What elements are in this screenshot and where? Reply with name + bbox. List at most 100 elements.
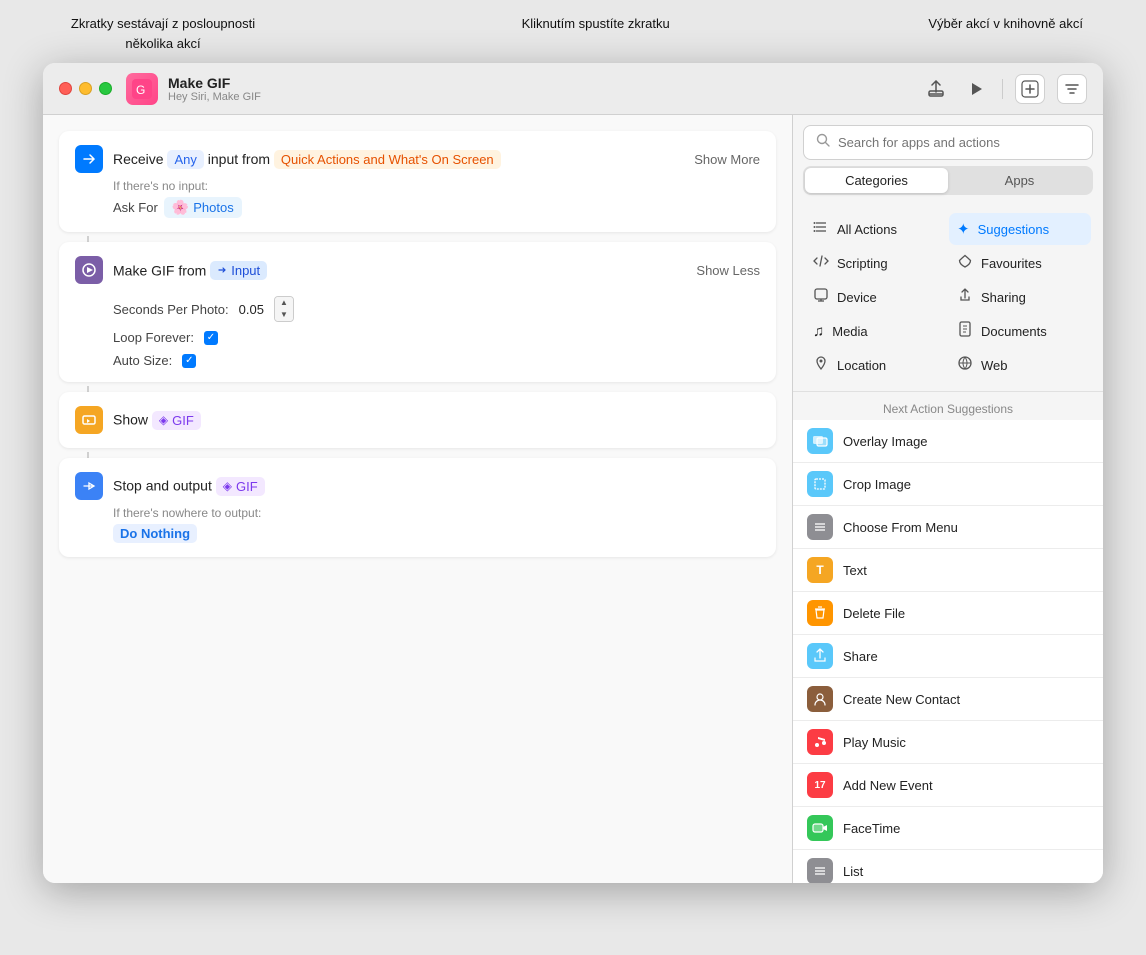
any-pill[interactable]: Any (167, 150, 203, 169)
delete-file-icon (807, 600, 833, 626)
delete-file-label: Delete File (843, 606, 905, 621)
share-label: Share (843, 649, 878, 664)
annotation-center: Kliknutím spustíte zkratku (522, 14, 670, 53)
category-all-actions[interactable]: All Actions (805, 213, 947, 245)
category-device[interactable]: Device (805, 281, 947, 313)
category-documents[interactable]: Documents (949, 315, 1091, 347)
action-receive-icon (75, 145, 103, 173)
category-web[interactable]: Web (949, 349, 1091, 381)
category-location-label: Location (837, 358, 886, 373)
action-stop-icon (75, 472, 103, 500)
suggestion-share[interactable]: Share (793, 635, 1103, 678)
search-input[interactable] (838, 135, 1080, 150)
search-bar[interactable] (803, 125, 1093, 160)
ask-for-pill[interactable]: 🌸 Photos (164, 197, 242, 218)
suggestion-play-music[interactable]: Play Music (793, 721, 1103, 764)
svg-text:G: G (136, 83, 145, 97)
category-media-label: Media (832, 324, 867, 339)
share-icon (807, 643, 833, 669)
category-all-actions-label: All Actions (837, 222, 897, 237)
do-nothing-pill[interactable]: Do Nothing (113, 524, 197, 543)
category-documents-label: Documents (981, 324, 1047, 339)
list-label: List (843, 864, 863, 879)
crop-image-label: Crop Image (843, 477, 911, 492)
all-actions-icon (813, 219, 829, 239)
categories-grid: All Actions ✦ Suggestions Scripting (793, 203, 1103, 392)
suggestion-add-event[interactable]: 17 Add New Event (793, 764, 1103, 807)
category-media[interactable]: ♫ Media (805, 315, 947, 347)
action-make-gif: Make GIF from Input Show Less Seconds Pe… (59, 242, 776, 382)
play-music-icon (807, 729, 833, 755)
if-no-input-label: If there's no input: (113, 179, 760, 193)
maximize-button[interactable] (99, 82, 112, 95)
media-icon: ♫ (813, 323, 824, 340)
stepper-down[interactable]: ▼ (275, 309, 293, 321)
category-scripting[interactable]: Scripting (805, 247, 947, 279)
minimize-button[interactable] (79, 82, 92, 95)
action-receive: Receive Any input from Quick Actions and… (59, 131, 776, 232)
action-show-text: Show ◈ GIF (113, 411, 760, 430)
search-icon (816, 133, 830, 152)
close-button[interactable] (59, 82, 72, 95)
action-receive-text: Receive Any input from Quick Actions and… (113, 150, 684, 169)
suggestion-delete-file[interactable]: Delete File (793, 592, 1103, 635)
suggestion-crop-image[interactable]: Crop Image (793, 463, 1103, 506)
tab-apps[interactable]: Apps (948, 168, 1091, 193)
list-icon (807, 858, 833, 883)
app-subtitle: Hey Siri, Make GIF (168, 91, 261, 103)
source-pill[interactable]: Quick Actions and What's On Screen (274, 150, 501, 169)
web-icon (957, 355, 973, 375)
loop-checkbox[interactable]: ✓ (204, 331, 218, 345)
input-pill[interactable]: Input (210, 261, 267, 280)
category-favourites[interactable]: Favourites (949, 247, 1091, 279)
documents-icon (957, 321, 973, 341)
category-favourites-label: Favourites (981, 256, 1042, 271)
suggestion-choose-from-menu[interactable]: Choose From Menu (793, 506, 1103, 549)
autosize-label: Auto Size: (113, 353, 172, 368)
autosize-checkbox[interactable]: ✓ (182, 354, 196, 368)
category-suggestions-label: Suggestions (978, 222, 1050, 237)
if-no-output-label: If there's nowhere to output: (113, 506, 760, 520)
suggestion-list[interactable]: List (793, 850, 1103, 883)
facetime-icon (807, 815, 833, 841)
action-make-gif-text: Make GIF from Input (113, 261, 686, 280)
category-sharing[interactable]: Sharing (949, 281, 1091, 313)
category-suggestions[interactable]: ✦ Suggestions (949, 213, 1091, 245)
filter-button[interactable] (1057, 74, 1087, 104)
suggestion-facetime[interactable]: FaceTime (793, 807, 1103, 850)
run-button[interactable] (962, 75, 990, 103)
category-tabs: Categories Apps (803, 166, 1093, 195)
action-library: Categories Apps (793, 115, 1103, 883)
suggestion-overlay-image[interactable]: Overlay Image (793, 420, 1103, 463)
category-sharing-label: Sharing (981, 290, 1026, 305)
suggestions-section: Next Action Suggestions Overlay Image (793, 392, 1103, 883)
suggestion-create-contact[interactable]: Create New Contact (793, 678, 1103, 721)
loop-label: Loop Forever: (113, 330, 194, 345)
annotation-left: Zkratky sestávají z posloupnosti několik… (63, 14, 263, 53)
show-less-link[interactable]: Show Less (696, 263, 760, 278)
gif-pill-stop[interactable]: ◈ GIF (216, 477, 265, 496)
create-contact-icon (807, 686, 833, 712)
action-stop: Stop and output ◈ GIF If there's nowhere… (59, 458, 776, 557)
action-stop-text: Stop and output ◈ GIF (113, 477, 760, 496)
category-location[interactable]: Location (805, 349, 947, 381)
category-scripting-label: Scripting (837, 256, 888, 271)
device-icon (813, 287, 829, 307)
add-event-label: Add New Event (843, 778, 933, 793)
share-button[interactable] (922, 75, 950, 103)
crop-image-icon (807, 471, 833, 497)
facetime-label: FaceTime (843, 821, 900, 836)
stepper-up[interactable]: ▲ (275, 297, 293, 309)
suggestions-icon: ✦ (957, 220, 970, 238)
seconds-value[interactable]: 0.05 (239, 302, 264, 317)
play-music-label: Play Music (843, 735, 906, 750)
gif-pill-show[interactable]: ◈ GIF (152, 411, 201, 430)
suggestion-text[interactable]: T Text (793, 549, 1103, 592)
favourites-icon (957, 253, 973, 273)
add-action-button[interactable] (1015, 74, 1045, 104)
make-gif-details: Seconds Per Photo: 0.05 ▲ ▼ Loop Forever… (113, 296, 760, 368)
shortcuts-editor: Receive Any input from Quick Actions and… (43, 115, 793, 883)
tab-categories[interactable]: Categories (805, 168, 948, 193)
seconds-stepper[interactable]: ▲ ▼ (274, 296, 294, 322)
show-more-link[interactable]: Show More (694, 152, 760, 167)
